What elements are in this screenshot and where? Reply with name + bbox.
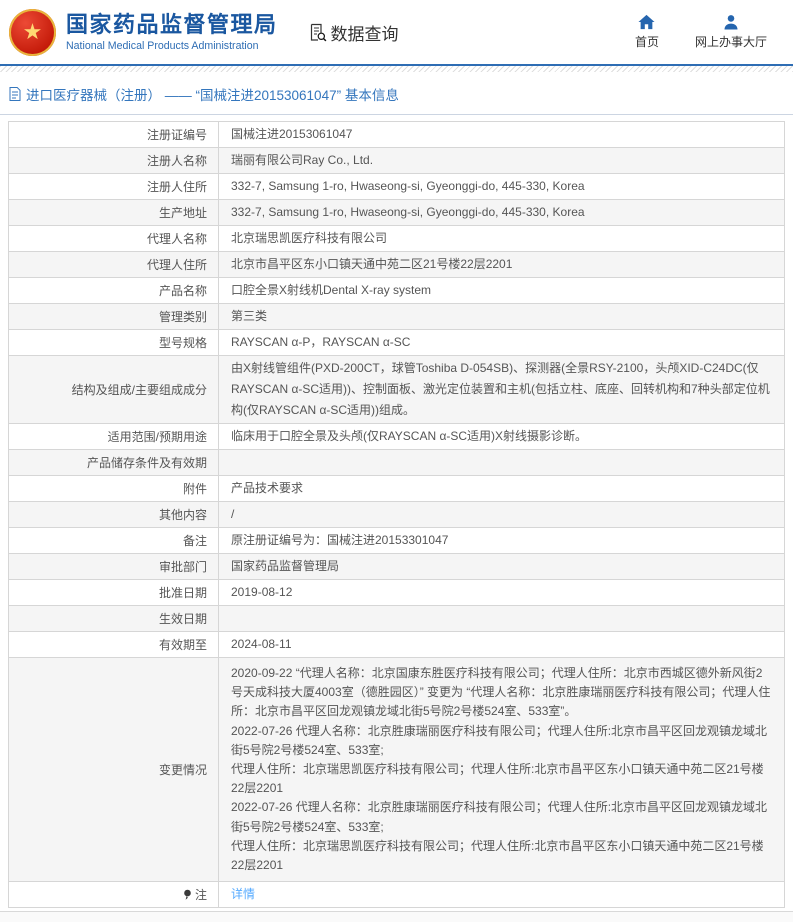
table-row: 代理人住所 北京市昌平区东小口镇天通中苑二区21号楼22层2201: [9, 252, 784, 278]
row-value: 口腔全景X射线机Dental X-ray system: [231, 282, 431, 298]
table-row: 有效期至 2024-08-11: [9, 632, 784, 658]
row-value: 原注册证编号为：国械注进20153301047: [231, 532, 448, 548]
table-row: 注册人住所 332-7, Samsung 1-ro, Hwaseong-si, …: [9, 174, 784, 200]
row-label: 生产地址: [159, 204, 207, 221]
table-row: 审批部门 国家药品监督管理局: [9, 554, 784, 580]
registration-detail-table: 注册证编号 国械注进20153061047 注册人名称 瑞丽有限公司Ray Co…: [8, 121, 785, 908]
row-value: 332-7, Samsung 1-ro, Hwaseong-si, Gyeong…: [231, 204, 585, 220]
table-row: 生效日期: [9, 606, 784, 632]
header-nav: 首页 网上办事大厅: [635, 14, 793, 50]
nav-item-service-hall[interactable]: 网上办事大厅: [695, 14, 767, 50]
details-link[interactable]: 详情: [231, 886, 255, 902]
table-row: 适用范围/预期用途 临床用于口腔全景及头颅(仅RAYSCAN α-SC适用)X射…: [9, 424, 784, 450]
row-label: 代理人住所: [147, 256, 207, 273]
user-icon: [723, 14, 739, 30]
row-value: 2024-08-11: [231, 636, 292, 652]
row-label: 注册人住所: [147, 178, 207, 195]
note-pin-icon: [183, 889, 192, 901]
row-label: 结构及组成/主要组成成分: [72, 381, 207, 398]
row-label: 型号规格: [159, 334, 207, 351]
page-header: ★ 国家药品监督管理局 National Medical Products Ad…: [0, 0, 793, 66]
table-row: 结构及组成/主要组成成分 由X射线管组件(PXD-200CT，球管Toshiba…: [9, 356, 784, 424]
agency-subtitle: National Medical Products Administration: [66, 40, 278, 52]
table-row: 管理类别 第三类: [9, 304, 784, 330]
agency-title-block: 国家药品监督管理局 National Medical Products Admi…: [66, 12, 278, 51]
row-value: 国械注进20153061047: [231, 126, 352, 142]
row-label: 产品名称: [159, 282, 207, 299]
row-label: 管理类别: [159, 308, 207, 325]
table-row: 其他内容 /: [9, 502, 784, 528]
row-value: 332-7, Samsung 1-ro, Hwaseong-si, Gyeong…: [231, 178, 585, 194]
breadcrumb-text: 进口医疗器械（注册） —— “国械注进20153061047” 基本信息: [26, 84, 399, 104]
table-row: 附件 产品技术要求: [9, 476, 784, 502]
note-row: 注 详情: [9, 882, 784, 907]
row-value: 北京市昌平区东小口镇天通中苑二区21号楼22层2201: [231, 256, 512, 272]
row-value: 2020-09-22 “代理人名称：北京国康东胜医疗科技有限公司；代理人住所：北…: [231, 664, 772, 875]
row-label: 备注: [183, 532, 207, 549]
home-icon: [638, 14, 655, 30]
table-row: 型号规格 RAYSCAN α-P，RAYSCAN α-SC: [9, 330, 784, 356]
row-value: 2019-08-12: [231, 584, 292, 600]
table-row: 产品名称 口腔全景X射线机Dental X-ray system: [9, 278, 784, 304]
row-value: 临床用于口腔全景及头颅(仅RAYSCAN α-SC适用)X射线摄影诊断。: [231, 428, 587, 444]
row-value: 北京瑞思凯医疗科技有限公司: [231, 230, 387, 246]
row-label: 附件: [183, 480, 207, 497]
row-label: 有效期至: [159, 636, 207, 653]
row-value: /: [231, 506, 234, 522]
document-search-icon: [308, 23, 327, 42]
table-row: 变更情况 2020-09-22 “代理人名称：北京国康东胜医疗科技有限公司；代理…: [9, 658, 784, 882]
nav-item-label: 网上办事大厅: [695, 33, 767, 50]
data-query-label: 数据查询: [331, 20, 399, 45]
row-label: 生效日期: [159, 610, 207, 627]
table-row: 注册证编号 国械注进20153061047: [9, 122, 784, 148]
row-label: 注: [195, 886, 207, 903]
row-label: 其他内容: [159, 506, 207, 523]
data-query-tab[interactable]: 数据查询: [308, 20, 399, 45]
row-label: 代理人名称: [147, 230, 207, 247]
row-value: RAYSCAN α-P，RAYSCAN α-SC: [231, 334, 410, 350]
row-value: 国家药品监督管理局: [231, 558, 339, 574]
row-label: 审批部门: [159, 558, 207, 575]
row-label: 适用范围/预期用途: [108, 428, 207, 445]
document-icon: [9, 87, 21, 101]
nav-item-home[interactable]: 首页: [635, 14, 659, 50]
row-value: 第三类: [231, 308, 267, 324]
nav-item-label: 首页: [635, 33, 659, 50]
row-label: 注册证编号: [147, 126, 207, 143]
table-row: 生产地址 332-7, Samsung 1-ro, Hwaseong-si, G…: [9, 200, 784, 226]
table-row: 产品储存条件及有效期: [9, 450, 784, 476]
row-label: 批准日期: [159, 584, 207, 601]
table-row: 代理人名称 北京瑞思凯医疗科技有限公司: [9, 226, 784, 252]
footer-strip: [0, 911, 793, 922]
breadcrumb: 进口医疗器械（注册） —— “国械注进20153061047” 基本信息: [0, 72, 793, 115]
row-value: 产品技术要求: [231, 480, 303, 496]
table-row: 注册人名称 瑞丽有限公司Ray Co., Ltd.: [9, 148, 784, 174]
row-label: 注册人名称: [147, 152, 207, 169]
nmpa-emblem-logo: ★: [9, 9, 56, 56]
table-rows: 注册证编号 国械注进20153061047 注册人名称 瑞丽有限公司Ray Co…: [9, 122, 784, 882]
row-value: 瑞丽有限公司Ray Co., Ltd.: [231, 152, 373, 168]
table-row: 批准日期 2019-08-12: [9, 580, 784, 606]
row-label: 变更情况: [159, 761, 207, 778]
row-label: 产品储存条件及有效期: [87, 454, 207, 471]
row-value: 由X射线管组件(PXD-200CT，球管Toshiba D-054SB)、探测器…: [231, 358, 772, 421]
table-row: 备注 原注册证编号为：国械注进20153301047: [9, 528, 784, 554]
agency-title: 国家药品监督管理局: [66, 12, 278, 37]
